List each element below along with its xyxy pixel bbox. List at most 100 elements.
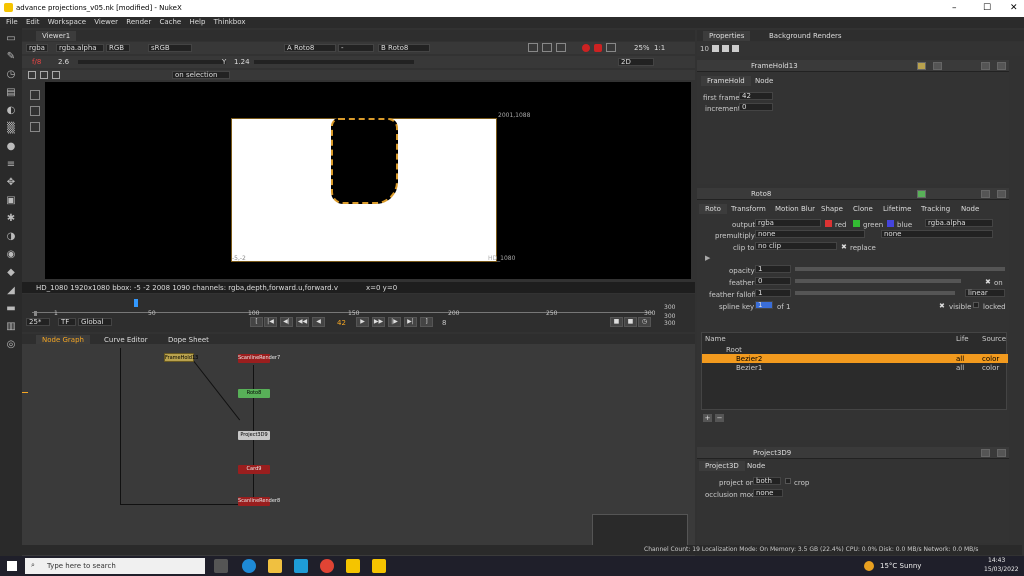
node-roto[interactable]: Roto8 [238,389,270,398]
red-checkbox[interactable] [825,220,832,227]
tab-viewer1[interactable]: Viewer1 [36,31,77,41]
channel-tools-icon[interactable]: ▤ [5,87,17,99]
blue-checkbox[interactable] [887,220,894,227]
settings-icon[interactable] [40,71,48,79]
playhead[interactable] [134,299,138,307]
chrome-icon[interactable] [320,559,334,573]
timeline-ruler[interactable] [32,305,652,313]
3d-tools-icon[interactable]: ▣ [5,195,17,207]
gamma-value[interactable]: 1.24 [234,58,250,66]
taskbar-search[interactable]: ⌕ Type here to search [25,558,205,574]
premultiply-select[interactable]: none [755,230,865,238]
first-frame-input[interactable]: 42 [739,92,773,100]
out-point-button[interactable]: ] [420,317,433,327]
node-color-icon[interactable] [917,190,926,198]
tab-node[interactable]: Node [749,76,779,86]
step-value[interactable]: 8 [442,319,446,327]
occlusion-select[interactable]: none [753,489,783,497]
zoom-level[interactable]: 25% [634,44,650,52]
close-panel-icon[interactable] [997,190,1006,198]
menu-file[interactable]: File [6,18,18,26]
tab-shape[interactable]: Shape [815,204,849,214]
undo-icon[interactable] [933,62,942,70]
compare-mode-select[interactable]: - [338,44,374,52]
help-icon[interactable] [981,62,990,70]
viewer-brush-icon[interactable] [30,122,40,132]
clear-panels-icon[interactable] [722,45,729,52]
end-frame[interactable]: 300 [664,320,675,327]
guides-icon[interactable] [542,43,552,52]
proxy-icon[interactable] [528,43,538,52]
last-frame-button[interactable]: ▶| [404,317,417,327]
tab-transform[interactable]: Transform [725,204,772,214]
on-selection-select[interactable]: on selection [172,71,230,79]
roto-title[interactable]: Roto8 [751,190,771,198]
remove-layer-button[interactable]: − [715,414,724,422]
maximize-icon[interactable]: ☐ [983,3,991,13]
particles-icon[interactable]: ✱ [5,213,17,225]
node-framehold[interactable]: FrameHold13 [164,353,198,362]
lock-icon[interactable] [712,45,719,52]
expand-arrow-icon[interactable]: ▶ [705,254,710,262]
plugins-icon[interactable]: ◎ [5,339,17,351]
range-end-b[interactable]: 300 [664,313,675,320]
node-color-icon[interactable] [917,62,926,70]
viewer-select-icon[interactable] [30,90,40,100]
stop-icon[interactable] [594,44,602,52]
channels-select[interactable]: rgba [26,44,48,52]
menu-render[interactable]: Render [126,18,151,26]
close-panel-icon[interactable] [997,449,1006,457]
opacity-slider[interactable] [795,267,1005,271]
clip-to-select[interactable]: no clip [755,242,837,250]
node-scanline-2[interactable]: ScanlineRender8 [238,497,280,506]
record-icon[interactable] [582,44,590,52]
scope-select[interactable]: Global [78,318,112,326]
feather-slider[interactable] [795,279,961,283]
tf-select[interactable]: TF [58,318,76,326]
fps-select[interactable]: 25* [26,318,50,326]
locked-checkbox[interactable] [973,302,979,308]
add-layer-button[interactable]: + [703,414,712,422]
pause-icon[interactable] [606,43,616,52]
file-explorer-icon[interactable] [268,559,282,573]
bounce-button[interactable]: ◷ [638,317,651,327]
node-scanline-1[interactable]: ScanlineRender7 [238,354,280,363]
tab-framehold[interactable]: FrameHold [701,76,751,86]
gain-slider[interactable] [78,60,226,64]
task-view-icon[interactable] [214,559,228,573]
mask-icon[interactable] [556,43,566,52]
weather-icon[interactable] [864,561,874,571]
alpha-select[interactable]: rgba.alpha [56,44,104,52]
filter-tools-icon[interactable]: ▒ [5,123,17,135]
menu-viewer[interactable]: Viewer [94,18,118,26]
input-a-select[interactable]: A Roto8 [284,44,336,52]
close-panel-icon[interactable] [997,62,1006,70]
menu-edit[interactable]: Edit [26,18,40,26]
tab-clone[interactable]: Clone [847,204,879,214]
menu-thinkbox[interactable]: Thinkbox [214,18,246,26]
app-m-icon[interactable] [294,559,308,573]
deep-tools-icon[interactable]: ◑ [5,231,17,243]
clock-date[interactable]: 15/03/2022 [984,566,1019,573]
max-panels[interactable]: 10 [700,45,709,53]
lut-select[interactable]: sRGB [148,44,192,52]
toolsets-icon[interactable]: ◢ [5,285,17,297]
tab-lifetime[interactable]: Lifetime [877,204,917,214]
tab-node[interactable]: Node [741,461,771,471]
viewer-bezier-icon[interactable] [30,106,40,116]
green-checkbox[interactable] [853,220,860,227]
opacity-input[interactable]: 1 [755,265,791,273]
nuke-taskbar-icon[interactable] [346,559,360,573]
close-icon[interactable]: ✕ [1010,3,1018,13]
gamma-slider[interactable] [254,60,414,64]
transform-tools-icon[interactable]: ✥ [5,177,17,189]
feather-falloff-input[interactable]: 1 [755,289,791,297]
layer-row-selected[interactable]: Bezier2 all color [702,354,1008,363]
project-on-select[interactable]: both [753,477,781,485]
node-card[interactable]: Card9 [238,465,270,474]
current-frame[interactable]: 42 [337,319,346,327]
help-icon[interactable] [981,190,990,198]
tab-node[interactable]: Node [955,204,985,214]
select-tool-icon[interactable] [28,71,36,79]
color-tools-icon[interactable]: ◐ [5,105,17,117]
